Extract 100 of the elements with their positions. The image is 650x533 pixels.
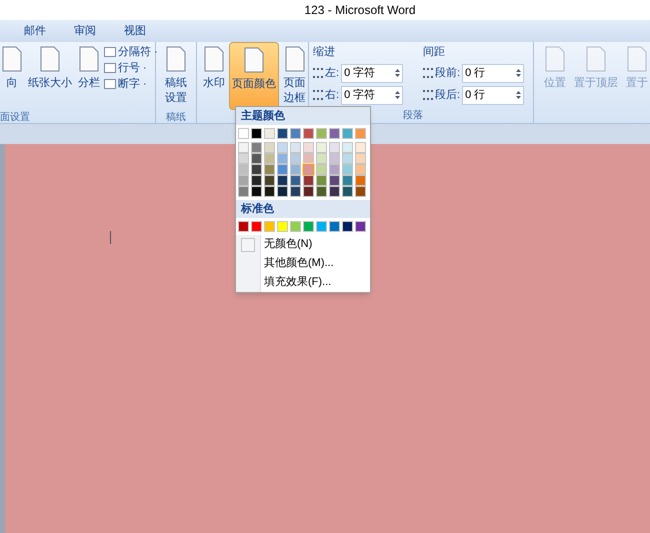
ribbon-tab[interactable]: 审阅 (70, 22, 100, 40)
ribbon-button[interactable]: 稿纸设置 (162, 42, 190, 110)
color-swatch[interactable] (316, 128, 327, 139)
color-swatch[interactable] (329, 153, 340, 164)
page-icon (204, 46, 224, 72)
group-label: 段落 (402, 108, 424, 123)
color-swatch[interactable] (277, 142, 288, 153)
color-swatch[interactable] (251, 186, 262, 197)
color-swatch[interactable] (251, 153, 262, 164)
color-swatch[interactable] (277, 175, 288, 186)
color-swatch[interactable] (329, 142, 340, 153)
color-swatch[interactable] (316, 175, 327, 186)
indent-icon (423, 68, 433, 78)
color-swatch[interactable] (342, 175, 353, 186)
spin-field[interactable]: 0 行 (462, 86, 524, 104)
color-swatch[interactable] (355, 186, 366, 197)
color-swatch[interactable] (277, 153, 288, 164)
color-swatch[interactable] (329, 164, 340, 175)
ribbon-small-button[interactable]: 分隔符 · (104, 44, 158, 60)
color-swatch[interactable] (355, 142, 366, 153)
color-swatch[interactable] (277, 128, 288, 139)
color-swatch[interactable] (251, 221, 262, 232)
color-swatch[interactable] (251, 128, 262, 139)
indent-icon (313, 90, 323, 100)
color-swatch[interactable] (238, 142, 249, 153)
color-swatch[interactable] (277, 186, 288, 197)
color-swatch[interactable] (251, 142, 262, 153)
ribbon-button[interactable]: 水印 (201, 42, 227, 110)
color-swatch[interactable] (238, 128, 249, 139)
spin-field[interactable]: 0 字符 (341, 64, 404, 82)
ribbon-button[interactable]: 纸张大小 (26, 42, 74, 110)
page-icon (627, 46, 647, 72)
menu-heading: 主题颜色 (236, 107, 370, 125)
page-icon (40, 46, 60, 72)
color-swatch[interactable] (342, 186, 353, 197)
color-swatch[interactable] (264, 164, 275, 175)
spinner-arrows-icon (395, 90, 400, 100)
color-swatch[interactable] (264, 128, 275, 139)
color-swatch[interactable] (303, 142, 314, 153)
color-swatch[interactable] (238, 221, 249, 232)
color-swatch[interactable] (264, 153, 275, 164)
color-swatch[interactable] (355, 153, 366, 164)
color-swatch[interactable] (238, 175, 249, 186)
ribbon-small-button[interactable]: 行号 · (104, 60, 158, 76)
color-swatch[interactable] (316, 221, 327, 232)
color-swatch[interactable] (290, 175, 301, 186)
color-swatch[interactable] (329, 175, 340, 186)
ribbon-tab[interactable]: 邮件 (20, 22, 50, 40)
color-swatch[interactable] (277, 164, 288, 175)
color-swatch[interactable] (342, 142, 353, 153)
color-swatch[interactable] (316, 142, 327, 153)
color-swatch[interactable] (303, 221, 314, 232)
color-swatch[interactable] (290, 142, 301, 153)
group-label: 稿纸 (166, 110, 186, 125)
color-swatch[interactable] (264, 175, 275, 186)
ribbon-tab[interactable]: 视图 (120, 22, 150, 40)
color-swatch[interactable] (277, 221, 288, 232)
color-swatch[interactable] (329, 128, 340, 139)
ribbon-button[interactable]: 向 (0, 42, 24, 110)
color-swatch[interactable] (303, 164, 314, 175)
color-swatch[interactable] (238, 186, 249, 197)
ribbon-button[interactable]: 页面边框 (281, 42, 308, 110)
color-swatch[interactable] (316, 186, 327, 197)
color-swatch[interactable] (342, 221, 353, 232)
color-swatch[interactable] (290, 221, 301, 232)
color-swatch[interactable] (290, 128, 301, 139)
spin-field[interactable]: 0 行 (462, 64, 524, 82)
color-swatch[interactable] (290, 186, 301, 197)
color-swatch[interactable] (355, 221, 366, 232)
color-swatch[interactable] (303, 153, 314, 164)
color-swatch[interactable] (303, 175, 314, 186)
ribbon-button[interactable]: 页面颜色 (229, 42, 279, 110)
color-swatch[interactable] (264, 142, 275, 153)
menu-item[interactable]: 无颜色(N) (236, 235, 370, 254)
color-swatch[interactable] (238, 164, 249, 175)
menu-item[interactable]: 其他颜色(M)... (236, 254, 370, 273)
color-swatch[interactable] (342, 153, 353, 164)
color-swatch[interactable] (329, 221, 340, 232)
spin-field[interactable]: 0 字符 (341, 86, 404, 104)
color-swatch[interactable] (303, 128, 314, 139)
ribbon-small-button[interactable]: 断字 · (104, 76, 158, 92)
color-swatch[interactable] (342, 164, 353, 175)
menu-item[interactable]: 填充效果(F)... (236, 273, 370, 292)
color-swatch[interactable] (251, 164, 262, 175)
color-swatch[interactable] (238, 153, 249, 164)
color-swatch[interactable] (251, 175, 262, 186)
ribbon-button[interactable]: 分栏 (76, 42, 102, 110)
color-swatch[interactable] (355, 164, 366, 175)
color-swatch[interactable] (303, 186, 314, 197)
color-swatch[interactable] (290, 153, 301, 164)
color-swatch[interactable] (290, 164, 301, 175)
color-swatch[interactable] (355, 175, 366, 186)
color-swatch[interactable] (342, 128, 353, 139)
color-swatch[interactable] (316, 164, 327, 175)
color-swatch[interactable] (264, 186, 275, 197)
color-swatch[interactable] (329, 186, 340, 197)
color-swatch[interactable] (355, 128, 366, 139)
field-label: 左: (325, 66, 340, 81)
color-swatch[interactable] (316, 153, 327, 164)
color-swatch[interactable] (264, 221, 275, 232)
